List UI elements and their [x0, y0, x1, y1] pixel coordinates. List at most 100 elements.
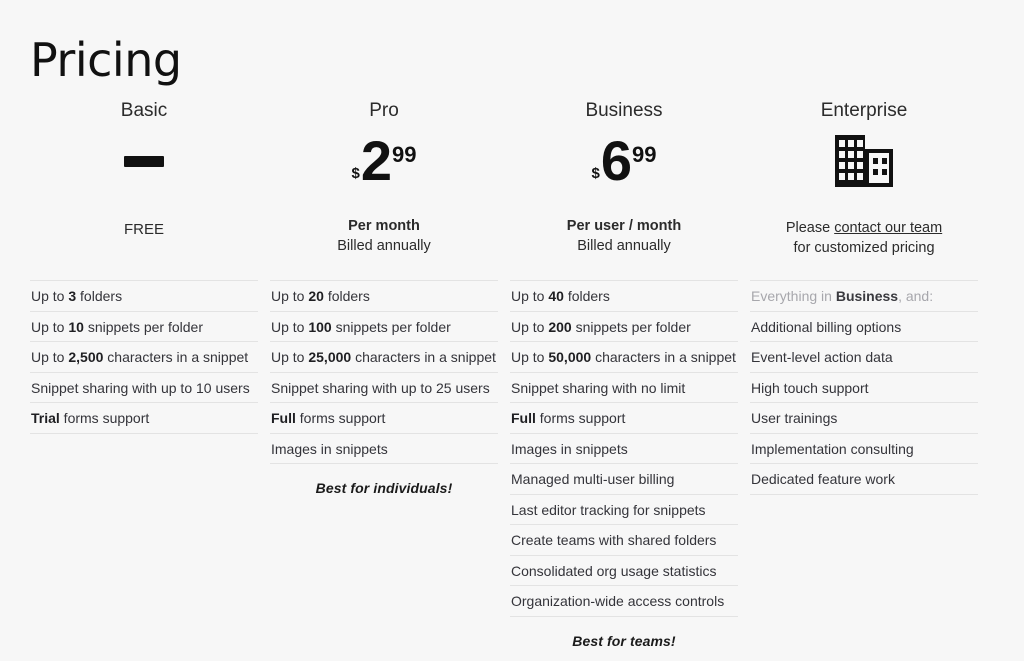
- feature-list: Up to 40 folders Up to 200 snippets per f…: [510, 280, 738, 617]
- pricing-page: Pricing Basic FREE Up to 3 folders Up to 10…: [0, 0, 1024, 661]
- plan-price-area: $6 99: [510, 122, 738, 200]
- feature-text-post: forms support: [59, 410, 150, 426]
- feature-text-strong: Full: [511, 410, 536, 426]
- feature-text-strong: 3: [68, 288, 77, 304]
- plan-billing-primary: Per user / month: [566, 218, 682, 234]
- feature-text-pre: Dedicated feature work: [751, 471, 895, 487]
- plan-price: $6 99: [592, 133, 657, 189]
- feature-item: Create teams with shared folders: [510, 525, 738, 556]
- feature-item: Additional billing options: [750, 312, 978, 342]
- feature-item: Up to 40 folders: [510, 281, 738, 312]
- feature-item: Full forms support: [270, 403, 498, 434]
- feature-item: Managed multi-user billing: [510, 464, 738, 495]
- feature-text-pre: High touch support: [751, 379, 869, 396]
- feature-text-post: folders: [323, 288, 370, 304]
- feature-item: Snippet sharing with up to 25 users: [270, 373, 498, 403]
- feature-text-pre: Up to: [511, 318, 549, 335]
- plan-column: Pro $2 99 Per month Billed annually Up to 20 …: [270, 98, 498, 496]
- feature-text-pre: Up to: [271, 349, 309, 365]
- feature-item: Snippet sharing with no limit: [510, 373, 738, 403]
- price-amount: 6: [600, 129, 632, 192]
- price-amount: 2: [360, 129, 392, 192]
- feature-text-pre: Up to: [511, 288, 549, 304]
- feature-text-post: forms support: [535, 410, 626, 426]
- feature-text-pre: Implementation consulting: [751, 440, 914, 457]
- feature-text-pre: Consolidated org usage statistics: [511, 562, 717, 579]
- feature-text-post: snippets per folder: [331, 318, 451, 335]
- feature-item: Up to 20 folders: [270, 281, 498, 312]
- feature-text-post: folders: [563, 288, 610, 304]
- contact-line-1: Please contact our team: [786, 218, 942, 238]
- free-dash-icon: [124, 155, 164, 167]
- plan-billing-secondary: Billed annually: [577, 238, 671, 254]
- feature-text-strong: Full: [271, 410, 296, 426]
- feature-item: Snippet sharing with up to 10 users: [30, 373, 258, 403]
- contact-our-team-link[interactable]: contact our team: [834, 220, 942, 236]
- plan-name: Enterprise: [820, 100, 908, 121]
- feature-text-strong: 20: [308, 288, 324, 304]
- building-icon: [835, 135, 893, 187]
- feature-text-pre: Everything in: [751, 288, 836, 304]
- plan-column: Basic FREE Up to 3 folders Up to 10 snippet…: [30, 98, 258, 434]
- plans-container: Basic FREE Up to 3 folders Up to 10 snippet…: [30, 98, 980, 649]
- feature-item: Up to 10 snippets per folder: [30, 312, 258, 342]
- plan-column: Business $6 99 Per user / month Billed annua…: [510, 98, 738, 649]
- feature-text-pre: Up to: [271, 318, 309, 335]
- feature-item: Up to 3 folders: [30, 281, 258, 312]
- price-currency: $: [591, 165, 600, 182]
- feature-text-pre: Snippet sharing with up to 10 users: [31, 379, 250, 396]
- feature-text-pre: Last editor tracking for snippets: [511, 501, 706, 518]
- price-cents: 99: [632, 142, 657, 167]
- feature-text-pre: Additional billing options: [751, 318, 902, 335]
- plan-header: Basic FREE: [30, 98, 258, 280]
- plan-tagline: Best for individuals!: [315, 480, 453, 496]
- feature-item: Trial forms support: [30, 403, 258, 434]
- plan-billing-secondary: Billed annually: [337, 238, 431, 254]
- feature-item: High touch support: [750, 373, 978, 403]
- feature-text-pre: Images in snippets: [271, 440, 388, 457]
- feature-text-pre: Event-level action data: [751, 349, 893, 365]
- feature-item: Consolidated org usage statistics: [510, 556, 738, 586]
- feature-item: Full forms support: [510, 403, 738, 434]
- feature-item: Up to 2,500 characters in a snippet: [30, 342, 258, 373]
- plan-name: Business: [585, 100, 663, 121]
- feature-text-post: characters in a snippet: [351, 349, 496, 365]
- plan-column: Enterprise Please contact our team for cus…: [750, 98, 978, 495]
- plan-free-label: FREE: [123, 221, 164, 238]
- plan-header: Business $6 99 Per user / month Billed annua…: [510, 98, 738, 280]
- feature-item: Dedicated feature work: [750, 464, 978, 495]
- feature-item: Event-level action data: [750, 342, 978, 373]
- feature-text-post: forms support: [295, 410, 386, 426]
- plan-price: $2 99: [352, 133, 417, 189]
- feature-text-post: characters in a snippet: [103, 349, 249, 365]
- plan-billing-primary: Per month: [348, 218, 420, 234]
- plan-name: Pro: [369, 100, 399, 121]
- feature-text-pre: User trainings: [751, 410, 838, 426]
- feature-item: Up to 200 snippets per folder: [510, 312, 738, 342]
- contact-prefix: Please: [785, 220, 835, 236]
- plan-price-area: [750, 122, 978, 200]
- feature-list: Everything in Business, and: Additional b…: [750, 280, 978, 495]
- feature-text-strong: 2,500: [68, 349, 104, 365]
- plan-price-area: $2 99: [270, 122, 498, 200]
- feature-text-post: , and:: [898, 288, 934, 304]
- feature-item: Last editor tracking for snippets: [510, 495, 738, 525]
- feature-text-strong: 40: [548, 288, 564, 304]
- contact-line-2: for customized pricing: [793, 240, 935, 256]
- feature-text-pre: Up to: [271, 288, 309, 304]
- feature-text-post: snippets per folder: [83, 318, 204, 335]
- plan-header: Enterprise Please contact our team for cus…: [750, 98, 978, 280]
- feature-item: Up to 50,000 characters in a snippet: [510, 342, 738, 373]
- feature-text-strong: 25,000: [308, 349, 352, 365]
- feature-item: User trainings: [750, 403, 978, 434]
- plan-price-area: [30, 122, 258, 200]
- feature-text-strong: 100: [308, 318, 332, 335]
- plan-tagline: Best for teams!: [572, 632, 676, 649]
- feature-list: Up to 3 folders Up to 10 snippets per fol…: [30, 280, 258, 434]
- feature-text-strong: 200: [548, 318, 572, 335]
- feature-text-post: snippets per folder: [571, 318, 691, 335]
- price-currency: $: [351, 165, 360, 182]
- plan-header: Pro $2 99 Per month Billed annually: [270, 98, 498, 280]
- feature-item: Everything in Business, and:: [750, 281, 978, 312]
- feature-text-pre: Up to: [31, 349, 69, 365]
